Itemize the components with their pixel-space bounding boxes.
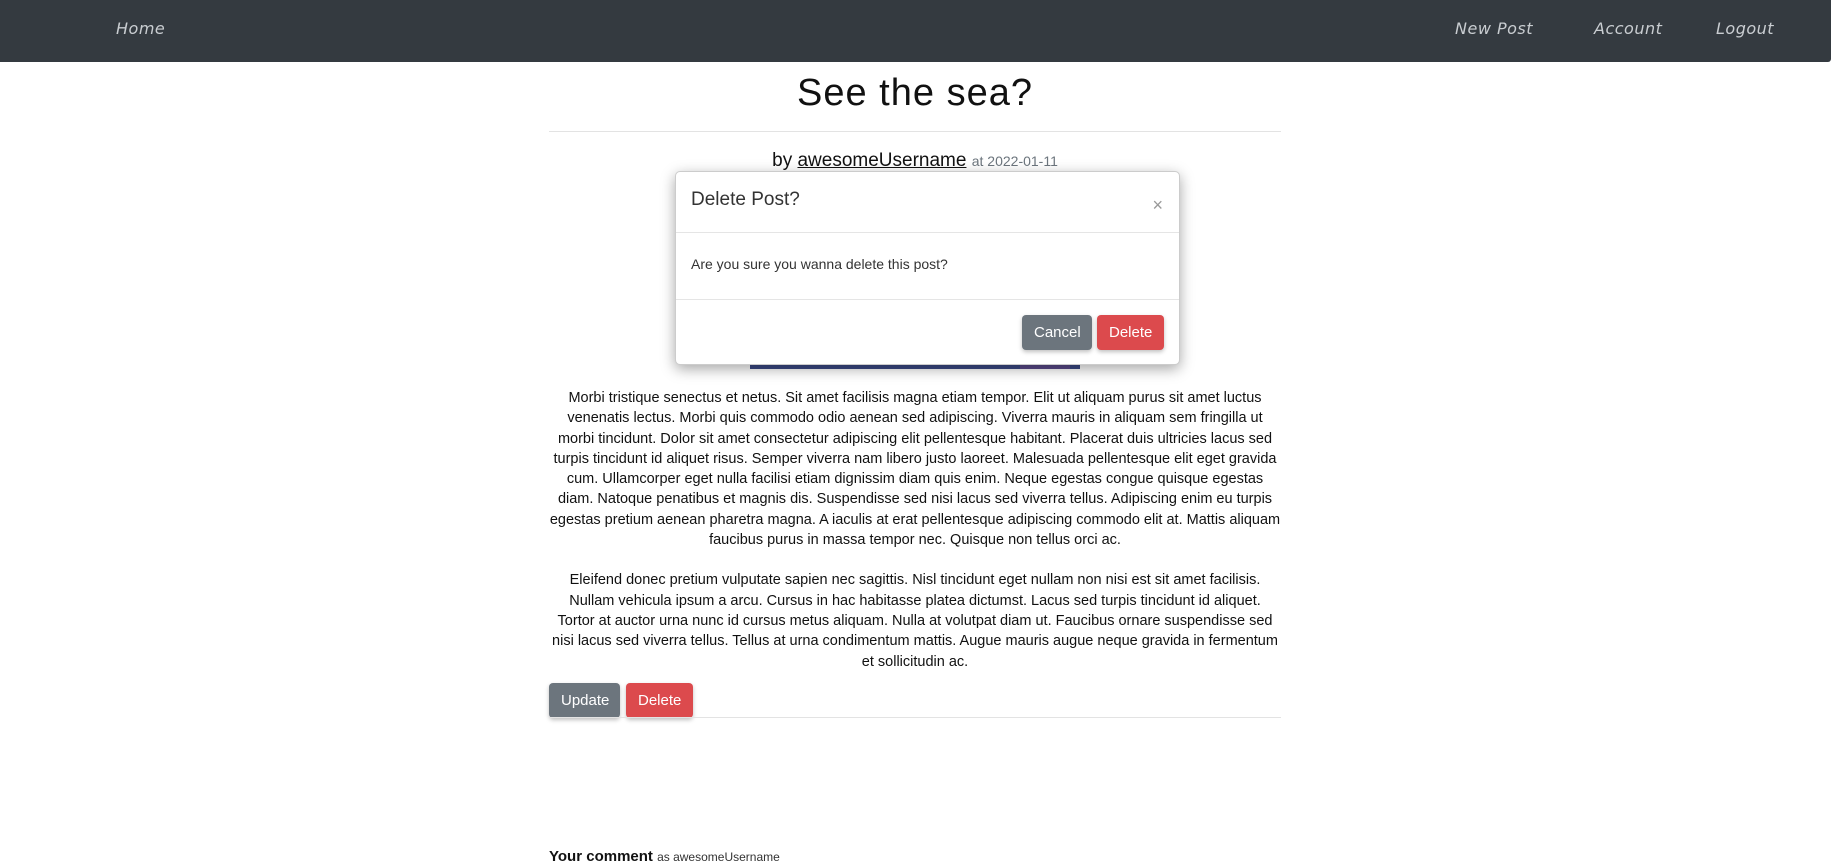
nav-new-post-link[interactable]: New Post [1455, 19, 1533, 38]
modal-title: Delete Post? [691, 189, 800, 210]
post-paragraph: Morbi tristique senectus et netus. Sit a… [549, 390, 1281, 549]
comment-as-user: as awesomeUsername [657, 850, 780, 864]
post-title: See the sea? [797, 72, 1033, 114]
modal-footer-divider [676, 299, 1179, 300]
nav-logout-link[interactable]: Logout [1716, 19, 1774, 38]
modal-cancel-button[interactable]: Cancel [1022, 315, 1092, 350]
post-date: at 2022-01-11 [971, 153, 1058, 169]
modal-delete-button[interactable]: Delete [1097, 315, 1164, 350]
comment-heading: Your comment [549, 848, 653, 865]
top-navbar: Home New Post Account Logout [0, 0, 1831, 62]
author-link[interactable]: awesomeUsername [797, 150, 966, 171]
title-divider [549, 131, 1281, 132]
delete-confirm-modal: Delete Post? × Are you sure you wanna de… [675, 171, 1180, 365]
post-body: Morbi tristique senectus et netus. Sit a… [549, 388, 1281, 692]
update-post-button[interactable]: Update [549, 683, 620, 718]
post-byline: by awesomeUsername at 2022-01-11 [549, 150, 1281, 172]
nav-account-link[interactable]: Account [1594, 19, 1662, 38]
modal-header-divider [676, 232, 1179, 233]
post-paragraph: Eleifend donec pretium vulputate sapien … [552, 572, 1278, 670]
close-icon[interactable]: × [1152, 196, 1163, 214]
actions-divider [549, 717, 1281, 718]
byline-prefix: by [772, 150, 793, 171]
delete-post-button[interactable]: Delete [626, 683, 693, 718]
nav-home-link[interactable]: Home [116, 19, 165, 38]
comment-label: Your comment as awesomeUsername [549, 848, 780, 865]
modal-message: Are you sure you wanna delete this post? [691, 256, 948, 272]
